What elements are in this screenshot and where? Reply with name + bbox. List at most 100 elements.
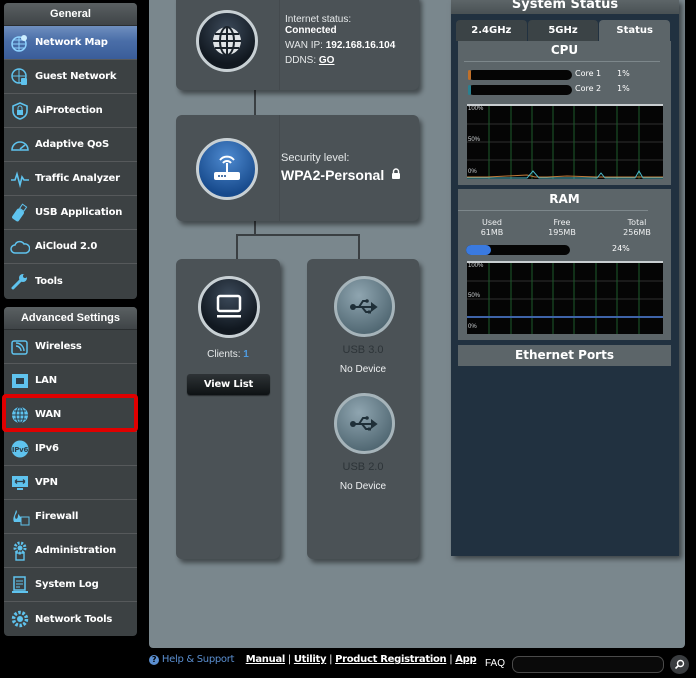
- sidebar-item-adaptive-qos[interactable]: Adaptive QoS: [4, 128, 137, 162]
- product-registration-link[interactable]: Product Registration: [335, 654, 447, 665]
- usb-icon: [349, 298, 378, 313]
- cpu-core2-bar: [468, 85, 572, 95]
- router-icon: [214, 155, 240, 180]
- usb3-label: USB 3.0: [342, 344, 384, 356]
- traffic-analyzer-icon: [10, 169, 30, 189]
- ethernet-ports-title: Ethernet Ports: [515, 348, 614, 362]
- sidebar-item-label: LAN: [35, 375, 57, 386]
- connector-line: [236, 234, 238, 260]
- faq-search-button[interactable]: [670, 655, 689, 674]
- internet-globe-button[interactable]: [196, 10, 258, 72]
- sidebar-item-label: Adaptive QoS: [35, 139, 109, 150]
- speedometer-icon: [10, 135, 30, 155]
- sidebar-item-traffic-analyzer[interactable]: Traffic Analyzer: [4, 162, 137, 196]
- faq-search-input[interactable]: [512, 656, 664, 673]
- sidebar-item-network-map[interactable]: Network Map: [4, 26, 137, 60]
- sidebar-item-label: WAN: [35, 409, 62, 420]
- ram-free-label: Free: [553, 218, 571, 227]
- manual-link[interactable]: Manual: [246, 654, 286, 665]
- sidebar-item-label: IPv6: [35, 443, 59, 454]
- ram-used-label: Used: [481, 218, 503, 227]
- connector-line: [254, 221, 256, 235]
- ddns-go-link[interactable]: GO: [319, 55, 335, 66]
- globe-icon: [10, 405, 30, 425]
- sidebar-item-label: USB Application: [35, 207, 123, 218]
- sidebar-item-lan[interactable]: LAN: [4, 364, 137, 398]
- shield-lock-icon: [10, 101, 30, 121]
- usb2-status: No Device: [339, 481, 387, 492]
- ram-section: RAM Used 61MB Free 195MB Total 256MB 24%…: [458, 189, 671, 340]
- search-icon: [674, 659, 685, 670]
- computer-icon: [216, 294, 242, 318]
- sidebar-item-ipv6[interactable]: IPv6 IPv6: [4, 432, 137, 466]
- sidebar-item-firewall[interactable]: Firewall: [4, 500, 137, 534]
- ram-free-value: 195MB: [548, 228, 576, 237]
- tab-status[interactable]: Status: [599, 20, 671, 41]
- admin-gear-icon: [10, 541, 30, 561]
- ram-graph-label-0: 0%: [468, 324, 477, 330]
- sidebar-item-administration[interactable]: Administration: [4, 534, 137, 568]
- system-status-title: System Status: [451, 0, 679, 14]
- utility-link[interactable]: Utility: [294, 654, 327, 665]
- faq-label: FAQ: [485, 658, 506, 669]
- sidebar-general: General Network Map Guest Network AiProt…: [4, 3, 137, 299]
- sidebar-item-system-log[interactable]: System Log: [4, 568, 137, 602]
- clients-label: Clients:: [207, 349, 241, 360]
- tab-5ghz[interactable]: 5GHz: [527, 20, 599, 41]
- ethernet-ports-section[interactable]: Ethernet Ports: [458, 345, 671, 366]
- ram-usage-bar: [466, 245, 570, 255]
- clients-row: Clients: 1: [176, 349, 280, 360]
- cpu-core1-label: Core 1: [575, 69, 602, 78]
- sidebar-item-wireless[interactable]: Wireless: [4, 330, 137, 364]
- status-tabs: 2.4GHz 5GHz Status: [456, 20, 671, 41]
- clients-count[interactable]: 1: [243, 349, 249, 360]
- view-list-button[interactable]: View List: [187, 374, 270, 395]
- ram-graph-label-50: 50%: [468, 293, 481, 299]
- sidebar-item-guest-network[interactable]: Guest Network: [4, 60, 137, 94]
- sidebar-item-network-tools[interactable]: Network Tools: [4, 602, 137, 636]
- cpu-graph-label-50: 50%: [468, 137, 481, 143]
- network-map-icon: [10, 33, 30, 53]
- sidebar-item-aicloud[interactable]: AiCloud 2.0: [4, 230, 137, 264]
- sidebar-item-vpn[interactable]: VPN: [4, 466, 137, 500]
- lock-icon: [391, 166, 401, 184]
- connector-line: [358, 234, 360, 260]
- sidebar-item-label: AiProtection: [35, 105, 103, 116]
- system-status-panel: System Status 2.4GHz 5GHz Status CPU Cor…: [451, 0, 679, 556]
- sidebar-item-aiprotection[interactable]: AiProtection: [4, 94, 137, 128]
- svg-text:IPv6: IPv6: [12, 446, 29, 454]
- ram-total: Total 256MB: [615, 218, 659, 238]
- cpu-section: CPU Core 1 1% Core 2 1% 100% 50% 0%: [458, 41, 671, 185]
- usb3-status: No Device: [339, 364, 387, 375]
- sidebar-item-label: Wireless: [35, 341, 82, 352]
- ram-total-value: 256MB: [623, 228, 651, 237]
- clients-button[interactable]: [198, 276, 260, 338]
- globe-icon: [213, 26, 241, 56]
- internet-status-value: Connected: [285, 25, 337, 36]
- cloud-icon: [10, 237, 30, 257]
- usb3-button[interactable]: [334, 276, 395, 337]
- sidebar-item-label: Administration: [35, 545, 117, 556]
- sidebar-item-wan[interactable]: WAN: [4, 398, 137, 432]
- tab-2-4ghz[interactable]: 2.4GHz: [456, 20, 527, 41]
- ipv6-icon: IPv6: [10, 439, 30, 459]
- sidebar-item-usb-application[interactable]: USB Application: [4, 196, 137, 230]
- usb2-button[interactable]: [334, 393, 395, 454]
- ram-used-value: 61MB: [480, 228, 504, 237]
- sidebar-item-label: AiCloud 2.0: [35, 241, 98, 252]
- lan-icon: [10, 371, 30, 391]
- sidebar-item-label: Traffic Analyzer: [35, 173, 120, 184]
- usb2-label: USB 2.0: [342, 461, 384, 473]
- sidebar-item-label: Firewall: [35, 511, 79, 522]
- cpu-core2-label: Core 2: [575, 84, 602, 93]
- router-button[interactable]: [196, 138, 258, 200]
- firewall-icon: [10, 507, 30, 527]
- wan-ip-row: WAN IP: 192.168.16.104: [285, 40, 395, 51]
- ram-used: Used 61MB: [472, 218, 512, 238]
- system-log-icon: [10, 575, 30, 595]
- wan-ip-label: WAN IP:: [285, 40, 323, 51]
- ram-percent: 24%: [612, 244, 630, 253]
- sidebar-item-tools[interactable]: Tools: [4, 264, 137, 298]
- app-link[interactable]: App: [455, 654, 476, 665]
- vpn-icon: [10, 473, 30, 493]
